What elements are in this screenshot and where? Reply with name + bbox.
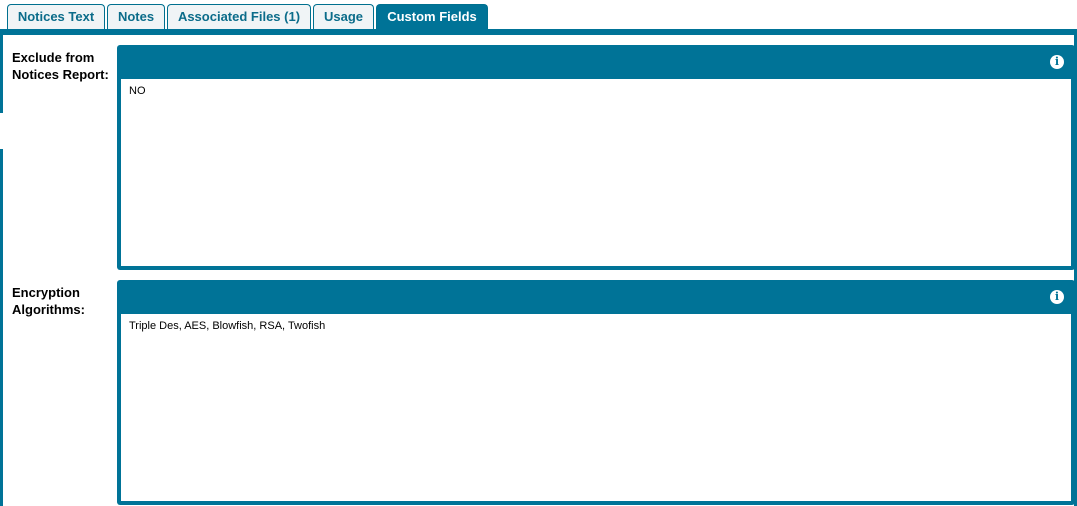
tab-usage[interactable]: Usage (313, 4, 374, 29)
field-panel-exclude-from-notices: i NO (117, 45, 1075, 270)
field-value-exclude-from-notices[interactable]: NO (121, 79, 1071, 266)
panel-header: i (117, 45, 1075, 79)
panel-header: i (117, 280, 1075, 314)
tab-associated-files[interactable]: Associated Files (1) (167, 4, 311, 29)
field-label-exclude-from-notices: Exclude from Notices Report: (12, 50, 109, 82)
tab-custom-fields[interactable]: Custom Fields (376, 4, 488, 31)
field-panel-encryption-algorithms: i Triple Des, AES, Blowfish, RSA, Twofis… (117, 280, 1075, 505)
field-value-encryption-algorithms[interactable]: Triple Des, AES, Blowfish, RSA, Twofish (121, 314, 1071, 501)
tab-underline (0, 29, 1077, 35)
info-icon[interactable]: i (1050, 290, 1064, 304)
tab-notices-text[interactable]: Notices Text (7, 4, 105, 29)
frame-gap (0, 113, 3, 149)
frame-left-border (0, 29, 3, 506)
field-label-encryption-algorithms: Encryption Algorithms: (12, 285, 85, 317)
info-icon[interactable]: i (1050, 55, 1064, 69)
tab-notes[interactable]: Notes (107, 4, 165, 29)
